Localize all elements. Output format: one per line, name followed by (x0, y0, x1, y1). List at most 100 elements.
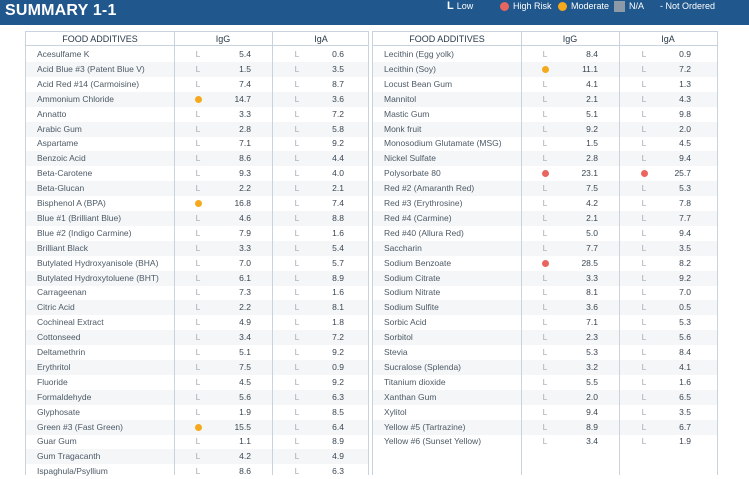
igg-value: 3.3 (239, 242, 251, 253)
iga-level-low: L (294, 421, 300, 432)
table-row: Cottonseed L 3.4 L 7.2 (26, 330, 368, 346)
table-row: Xanthan Gum L 2.0 L 6.5 (373, 389, 717, 405)
igg-level-low: L (195, 212, 201, 223)
moderate-dot-icon (558, 1, 567, 11)
table-row: Acesulfame K L 5.4 L 0.6 (26, 47, 368, 62)
iga-level-high (638, 166, 650, 181)
additive-name: Ispaghula/Psyllium (37, 466, 108, 477)
iga-level-low: L (641, 49, 647, 59)
igg-level-low: L (542, 376, 548, 387)
iga-value: 9.2 (679, 272, 691, 283)
iga-value: 9.8 (679, 108, 691, 119)
iga-level-low: L (294, 183, 300, 194)
iga-value: 7.2 (679, 63, 691, 74)
high-risk-dot-icon (500, 1, 509, 11)
igg-value: 5.4 (239, 49, 251, 59)
moderate-dot-icon (194, 95, 202, 103)
igg-level-low: L (542, 123, 548, 134)
additive-name: Lecithin (Egg yolk) (384, 49, 454, 59)
iga-value: 3.6 (332, 93, 344, 104)
additive-name: Xanthan Gum (384, 391, 437, 402)
igg-value: 4.9 (239, 317, 251, 328)
igg-value: 5.1 (586, 108, 598, 119)
igg-value: 2.8 (239, 123, 251, 134)
igg-value: 1.5 (239, 63, 251, 74)
legend-high: High Risk (500, 0, 552, 12)
iga-level-low: L (641, 421, 647, 432)
iga-level-low: L (294, 227, 300, 238)
igg-level-low: L (542, 242, 548, 253)
igg-value: 14.7 (234, 93, 251, 104)
iga-value: 6.3 (332, 466, 344, 477)
legend: L Low High Risk Moderate N/A - Not Order… (0, 0, 749, 25)
table-row: Saccharin L 7.7 L 3.5 (373, 240, 717, 256)
iga-value: 1.8 (332, 317, 344, 328)
table-row: Acid Blue #3 (Patent Blue V) L 1.5 L 3.5 (26, 61, 368, 77)
table-row: Titanium dioxide L 5.5 L 1.6 (373, 375, 717, 390)
iga-level-low: L (294, 93, 300, 104)
table-row: Arabic Gum L 2.8 L 5.8 (26, 121, 368, 137)
iga-value: 7.7 (679, 212, 691, 223)
iga-value: 7.2 (332, 332, 344, 343)
additive-name: Red #2 (Amaranth Red) (384, 183, 475, 194)
igg-value: 7.4 (239, 78, 251, 89)
igg-value: 7.7 (586, 242, 598, 253)
iga-value: 8.8 (332, 212, 344, 223)
table-row: Erythritol L 7.5 L 0.9 (26, 359, 368, 375)
igg-value: 2.8 (586, 153, 598, 164)
iga-value: 1.6 (679, 376, 691, 387)
iga-value: 7.2 (332, 108, 344, 119)
igg-level-low: L (542, 227, 548, 238)
iga-level-low: L (641, 242, 647, 253)
table-row: Sorbitol L 2.3 L 5.6 (373, 330, 717, 346)
additive-name: Arabic Gum (37, 123, 82, 134)
igg-level-moderate (192, 420, 204, 435)
iga-value: 8.9 (332, 436, 344, 447)
table-row: Brilliant Black L 3.3 L 5.4 (26, 240, 368, 256)
iga-value: 1.9 (679, 436, 691, 447)
table-row: Monosodium Glutamate (MSG) L 1.5 L 4.5 (373, 136, 717, 151)
igg-level-low: L (542, 391, 548, 402)
igg-level-low: L (195, 466, 201, 477)
iga-level-low: L (641, 63, 647, 74)
igg-value: 8.4 (586, 49, 598, 59)
high-risk-dot-icon (640, 170, 648, 178)
low-label: Low (456, 1, 474, 11)
iga-value: 3.5 (679, 406, 691, 417)
additive-name: Citric Acid (37, 302, 75, 313)
table-row: Nickel Sulfate L 2.8 L 9.4 (373, 151, 717, 167)
iga-level-low: L (641, 391, 647, 402)
table-row: Benzoic Acid L 8.6 L 4.4 (26, 151, 368, 167)
additive-name: Sodium Sulfite (384, 302, 439, 313)
additive-name: Sorbitol (384, 332, 413, 343)
table-row: Sorbic Acid L 7.1 L 5.3 (373, 315, 717, 330)
high-risk-dot-icon (541, 170, 549, 178)
iga-value: 4.3 (679, 93, 691, 104)
iga-level-low: L (641, 108, 647, 119)
left-col-iga: IgA (314, 34, 328, 44)
table-row: Sodium Nitrate L 8.1 L 7.0 (373, 285, 717, 300)
igg-level-low: L (195, 391, 201, 402)
iga-value: 5.6 (679, 332, 691, 343)
additive-name: Green #3 (Fast Green) (37, 421, 123, 432)
iga-value: 0.5 (679, 302, 691, 313)
high-label: High Risk (513, 1, 552, 11)
iga-value: 4.5 (679, 138, 691, 149)
igg-level-low: L (542, 212, 548, 223)
iga-level-low: L (294, 317, 300, 328)
iga-level-low: L (641, 317, 647, 328)
table-row: Gum Tragacanth L 4.2 L 4.9 (26, 449, 368, 465)
igg-level-low: L (195, 78, 201, 89)
iga-value: 5.8 (332, 123, 344, 134)
additive-name: Formaldehyde (37, 391, 92, 402)
iga-value: 4.1 (679, 361, 691, 372)
igg-value: 7.9 (239, 227, 251, 238)
table-row: Red #4 (Carmine) L 2.1 L 7.7 (373, 210, 717, 226)
iga-value: 7.4 (332, 198, 344, 208)
right-divider-1 (521, 32, 522, 475)
left-divider-2 (272, 32, 273, 475)
iga-level-low: L (294, 272, 300, 283)
table-row: Acid Red #14 (Carmoisine) L 7.4 L 8.7 (26, 77, 368, 92)
igg-value: 2.2 (239, 183, 251, 194)
iga-value: 6.4 (332, 421, 344, 432)
